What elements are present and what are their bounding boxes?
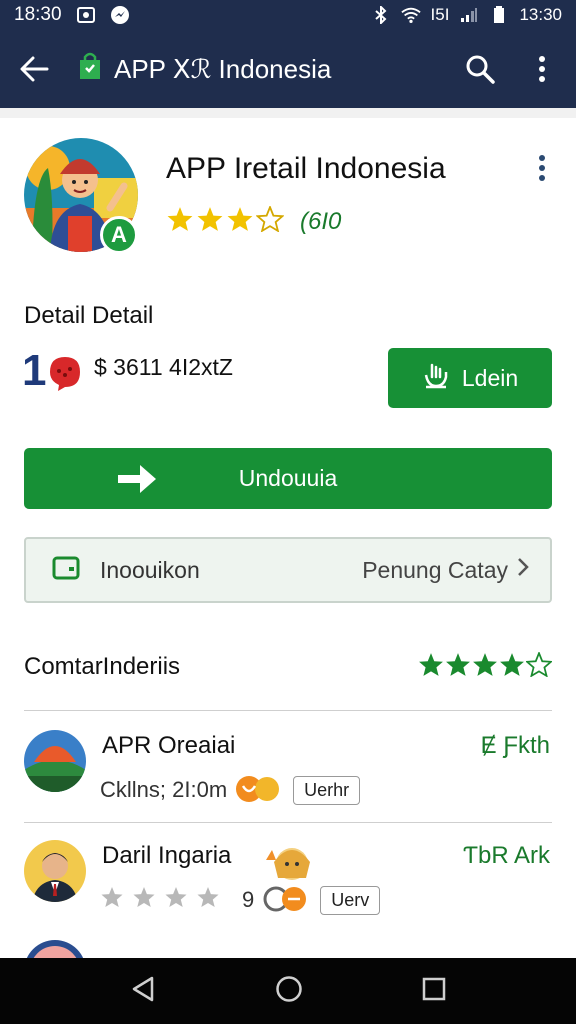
review-item: APR Oreaiai Ckllns; 2I:0m Uerhr Ɇ Ƒkth: [24, 730, 552, 820]
star-filled-icon: [226, 206, 254, 237]
reviewer-avatar: [26, 940, 84, 960]
info-row[interactable]: Inoouikon Penung Catay: [24, 537, 552, 603]
messenger-icon: [110, 6, 130, 24]
status-bar: 18:30 I5I 13:30: [0, 0, 576, 30]
info-label: Inoouikon: [100, 556, 200, 583]
star-gray-icon: [196, 886, 220, 914]
home-circle-icon[interactable]: [275, 975, 303, 1008]
reviewer-name: Daril Ingaria: [102, 842, 232, 869]
app-header: A APP Iretail Indonesia (6I0: [24, 136, 554, 266]
app-bar: APP Ⅹℛ Indonesia: [0, 30, 576, 108]
shopping-bag-icon: [78, 52, 102, 87]
review-meta-text: 9: [242, 887, 255, 912]
star-filled-icon: [196, 206, 224, 237]
wifi-icon: [400, 6, 421, 24]
card-top-shadow: [0, 108, 576, 118]
chevron-right-icon: [516, 556, 530, 584]
star-filled-icon: [445, 652, 471, 682]
review-meta: Ckllns; 2I:0m Uerhr: [100, 774, 361, 806]
app-rating: (6I0: [166, 204, 342, 237]
search-icon[interactable]: [462, 51, 498, 87]
star-gray-icon: [100, 886, 124, 914]
review-tag[interactable]: Uerv: [320, 885, 381, 915]
signal-label: I5I: [430, 5, 450, 24]
star-empty-icon: [255, 204, 285, 237]
review-action-link[interactable]: Ɇ Ƒkth: [481, 732, 550, 760]
app-bar-title-group: APP Ⅹℛ Indonesia: [78, 52, 331, 87]
secondary-action-button[interactable]: Ldein: [388, 348, 552, 408]
star-empty-icon: [524, 650, 554, 682]
star-filled-icon: [472, 652, 498, 682]
detail-row: 1 $ 3611 4I2xtZ Ldein: [22, 346, 552, 408]
app-name: APP Iretail Indonesia: [166, 152, 446, 185]
arrow-right-icon: [116, 462, 158, 502]
hand-icon: [422, 361, 450, 395]
reviewer-avatar: [24, 730, 86, 792]
info-right-text: Penung Catay: [362, 556, 508, 583]
review-item: Daril Ingaria 9 Uerv ƬbR Ark: [24, 840, 552, 930]
signal-bars-icon: [459, 6, 479, 24]
divider: [24, 822, 552, 823]
reviewer-name: APR Oreaiai: [102, 732, 236, 759]
battery-icon: [489, 6, 509, 24]
back-triangle-icon[interactable]: [130, 975, 156, 1008]
comments-rating: [418, 650, 554, 682]
install-button-label: Undouuia: [238, 465, 338, 491]
emoji-icon: [235, 774, 280, 806]
chat-bubble-icon: [48, 354, 80, 391]
more-vert-icon[interactable]: [524, 51, 560, 87]
secondary-action-label: Ldein: [461, 364, 519, 391]
star-gray-icon: [164, 886, 188, 914]
emoji-icon: [262, 884, 307, 916]
divider: [24, 710, 552, 711]
recents-square-icon[interactable]: [422, 977, 446, 1006]
info-right: Penung Catay: [362, 556, 530, 584]
detail-heading: Detail Detail: [24, 302, 154, 329]
comments-header: ComtarInderiis: [24, 650, 554, 684]
review-meta-text: Ckllns; 2I:0m: [100, 777, 228, 802]
rank-number: 1: [22, 346, 47, 395]
system-nav-bar: [0, 958, 576, 1024]
status-time-left: 18:30: [14, 4, 62, 25]
screenshot-icon: [76, 6, 96, 24]
comments-title: ComtarInderiis: [24, 653, 181, 680]
review-meta: 9 Uerv: [100, 884, 381, 916]
status-time-right: 13:30: [519, 5, 562, 24]
star-gray-icon: [132, 886, 156, 914]
star-filled-icon: [499, 652, 525, 682]
app-bar-title: APP Ⅹℛ Indonesia: [114, 53, 332, 84]
app-badge: A: [100, 216, 138, 254]
bluetooth-icon: [371, 6, 391, 24]
reviewer-avatar: [24, 840, 86, 902]
more-vert-icon[interactable]: [530, 150, 554, 186]
star-filled-icon: [418, 652, 444, 682]
rating-count: (6I0: [300, 207, 342, 235]
back-arrow-icon[interactable]: [16, 51, 52, 87]
review-tag[interactable]: Uerhr: [293, 775, 361, 805]
install-button[interactable]: Undouuia: [24, 448, 552, 509]
star-filled-icon: [166, 206, 194, 237]
review-action-link[interactable]: ƬbR Ark: [463, 842, 550, 870]
price-text: $ 3611 4I2xtZ: [94, 354, 233, 380]
wallet-icon: [52, 556, 80, 585]
review-item-partial: [24, 940, 552, 960]
